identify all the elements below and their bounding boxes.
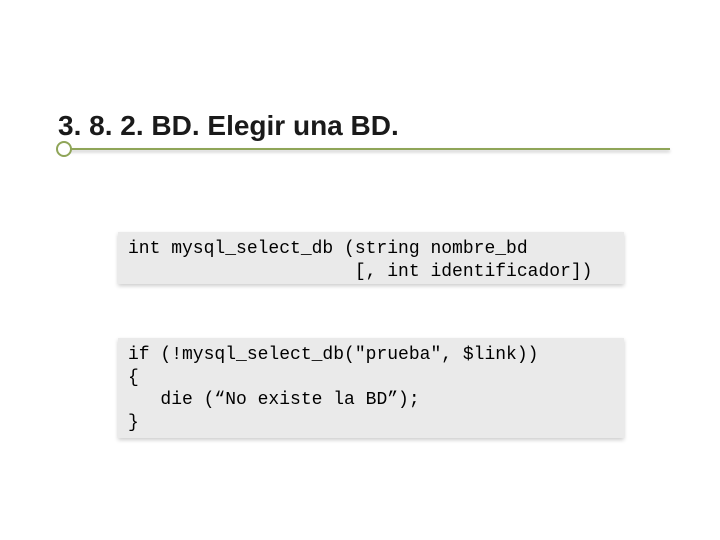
code-line: { [128,368,139,388]
slide: 3. 8. 2. BD. Elegir una BD. int mysql_se… [0,0,720,540]
code-block-signature: int mysql_select_db (string nombre_bd [,… [118,232,624,284]
code-line: [, int identificador]) [128,262,592,282]
title-underline [58,148,670,150]
code-line: } [128,413,139,433]
code-line: int mysql_select_db (string nombre_bd [128,239,528,259]
code-line: if (!mysql_select_db("prueba", $link)) [128,345,538,365]
title-row: 3. 8. 2. BD. Elegir una BD. [58,110,680,150]
bullet-icon [56,141,72,157]
code-line: die (“No existe la BD”); [128,390,420,410]
slide-title: 3. 8. 2. BD. Elegir una BD. [58,110,680,142]
code-block-example: if (!mysql_select_db("prueba", $link)) {… [118,338,624,438]
